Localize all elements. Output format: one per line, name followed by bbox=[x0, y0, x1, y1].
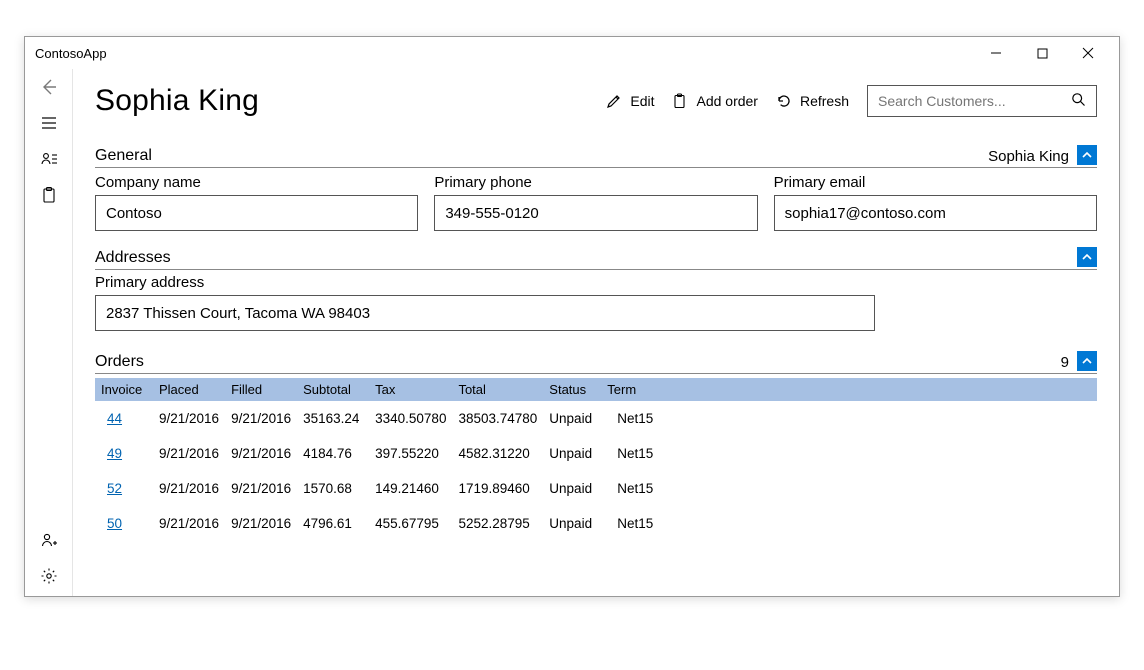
col-term[interactable]: Term bbox=[601, 378, 659, 401]
nav-rail bbox=[25, 69, 73, 596]
table-row[interactable]: 449/21/20169/21/201635163.243340.5078038… bbox=[95, 401, 1097, 436]
edit-button[interactable]: Edit bbox=[606, 93, 654, 109]
collapse-orders-button[interactable] bbox=[1077, 351, 1097, 371]
refresh-icon bbox=[776, 93, 792, 109]
cell-filled: 9/21/2016 bbox=[225, 471, 297, 506]
cell-placed: 9/21/2016 bbox=[153, 471, 225, 506]
add-person-icon[interactable] bbox=[39, 530, 59, 550]
company-name-input[interactable]: Contoso bbox=[95, 195, 418, 231]
clipboard-icon[interactable] bbox=[39, 185, 59, 205]
cell-total: 5252.28795 bbox=[452, 506, 543, 541]
app-title: ContosoApp bbox=[35, 46, 107, 61]
col-total[interactable]: Total bbox=[452, 378, 543, 401]
cell-term: Net15 bbox=[601, 506, 659, 541]
refresh-button[interactable]: Refresh bbox=[776, 93, 849, 109]
table-row[interactable]: 529/21/20169/21/20161570.68149.214601719… bbox=[95, 471, 1097, 506]
cell-subtotal: 4796.61 bbox=[297, 506, 369, 541]
cell-status: Unpaid bbox=[543, 401, 601, 436]
section-orders-count: 9 bbox=[1061, 354, 1077, 371]
pencil-icon bbox=[606, 93, 622, 109]
invoice-link[interactable]: 50 bbox=[95, 506, 153, 541]
maximize-button[interactable] bbox=[1019, 37, 1065, 69]
cell-status: Unpaid bbox=[543, 436, 601, 471]
col-filled[interactable]: Filled bbox=[225, 378, 297, 401]
invoice-link[interactable]: 52 bbox=[95, 471, 153, 506]
app-window: ContosoApp bbox=[24, 36, 1120, 597]
cell-placed: 9/21/2016 bbox=[153, 506, 225, 541]
collapse-addresses-button[interactable] bbox=[1077, 247, 1097, 267]
col-subtotal[interactable]: Subtotal bbox=[297, 378, 369, 401]
cell-filled: 9/21/2016 bbox=[225, 401, 297, 436]
primary-email-label: Primary email bbox=[774, 174, 1097, 191]
table-row[interactable]: 499/21/20169/21/20164184.76397.552204582… bbox=[95, 436, 1097, 471]
toolbar: Edit Add order Refresh bbox=[606, 85, 1097, 117]
cell-placed: 9/21/2016 bbox=[153, 436, 225, 471]
section-addresses-header: Addresses bbox=[95, 247, 1097, 270]
cell-subtotal: 35163.24 bbox=[297, 401, 369, 436]
refresh-label: Refresh bbox=[800, 93, 849, 109]
col-status[interactable]: Status bbox=[543, 378, 601, 401]
col-tax[interactable]: Tax bbox=[369, 378, 452, 401]
search-box[interactable] bbox=[867, 85, 1097, 117]
col-invoice[interactable]: Invoice bbox=[95, 378, 153, 401]
cell-status: Unpaid bbox=[543, 506, 601, 541]
table-row[interactable]: 509/21/20169/21/20164796.61455.677955252… bbox=[95, 506, 1097, 541]
primary-phone-input[interactable]: 349-555-0120 bbox=[434, 195, 757, 231]
window-controls bbox=[973, 37, 1111, 69]
settings-icon[interactable] bbox=[39, 566, 59, 586]
primary-phone-label: Primary phone bbox=[434, 174, 757, 191]
cell-tax: 397.55220 bbox=[369, 436, 452, 471]
cell-tax: 149.21460 bbox=[369, 471, 452, 506]
contacts-icon[interactable] bbox=[39, 149, 59, 169]
section-orders-label: Orders bbox=[95, 353, 144, 371]
cell-subtotal: 1570.68 bbox=[297, 471, 369, 506]
cell-total: 4582.31220 bbox=[452, 436, 543, 471]
section-orders-header: Orders 9 bbox=[95, 351, 1097, 374]
back-icon[interactable] bbox=[39, 77, 59, 97]
cell-subtotal: 4184.76 bbox=[297, 436, 369, 471]
cell-total: 1719.89460 bbox=[452, 471, 543, 506]
cell-placed: 9/21/2016 bbox=[153, 401, 225, 436]
invoice-link[interactable]: 44 bbox=[95, 401, 153, 436]
cell-term: Net15 bbox=[601, 471, 659, 506]
col-placed[interactable]: Placed bbox=[153, 378, 225, 401]
primary-address-input[interactable]: 2837 Thissen Court, Tacoma WA 98403 bbox=[95, 295, 875, 331]
search-icon bbox=[1071, 92, 1086, 110]
collapse-general-button[interactable] bbox=[1077, 145, 1097, 165]
company-name-label: Company name bbox=[95, 174, 418, 191]
primary-email-input[interactable]: sophia17@contoso.com bbox=[774, 195, 1097, 231]
clipboard-add-icon bbox=[672, 93, 688, 109]
cell-status: Unpaid bbox=[543, 471, 601, 506]
content-area: Sophia King Edit Add order bbox=[73, 69, 1119, 596]
cell-term: Net15 bbox=[601, 401, 659, 436]
minimize-button[interactable] bbox=[973, 37, 1019, 69]
invoice-link[interactable]: 49 bbox=[95, 436, 153, 471]
section-addresses-label: Addresses bbox=[95, 249, 171, 267]
primary-address-label: Primary address bbox=[95, 274, 1097, 291]
search-input[interactable] bbox=[878, 93, 1071, 109]
cell-tax: 3340.50780 bbox=[369, 401, 452, 436]
orders-table: Invoice Placed Filled Subtotal Tax Total… bbox=[95, 378, 1097, 541]
page-title: Sophia King bbox=[95, 84, 259, 118]
cell-filled: 9/21/2016 bbox=[225, 436, 297, 471]
section-general-header: General Sophia King bbox=[95, 145, 1097, 168]
add-order-label: Add order bbox=[696, 93, 757, 109]
titlebar: ContosoApp bbox=[25, 37, 1119, 69]
section-general-right: Sophia King bbox=[988, 148, 1077, 165]
cell-total: 38503.74780 bbox=[452, 401, 543, 436]
menu-icon[interactable] bbox=[39, 113, 59, 133]
orders-header-row: Invoice Placed Filled Subtotal Tax Total… bbox=[95, 378, 1097, 401]
add-order-button[interactable]: Add order bbox=[672, 93, 757, 109]
section-general-label: General bbox=[95, 147, 152, 165]
close-button[interactable] bbox=[1065, 37, 1111, 69]
cell-tax: 455.67795 bbox=[369, 506, 452, 541]
cell-filled: 9/21/2016 bbox=[225, 506, 297, 541]
cell-term: Net15 bbox=[601, 436, 659, 471]
edit-label: Edit bbox=[630, 93, 654, 109]
